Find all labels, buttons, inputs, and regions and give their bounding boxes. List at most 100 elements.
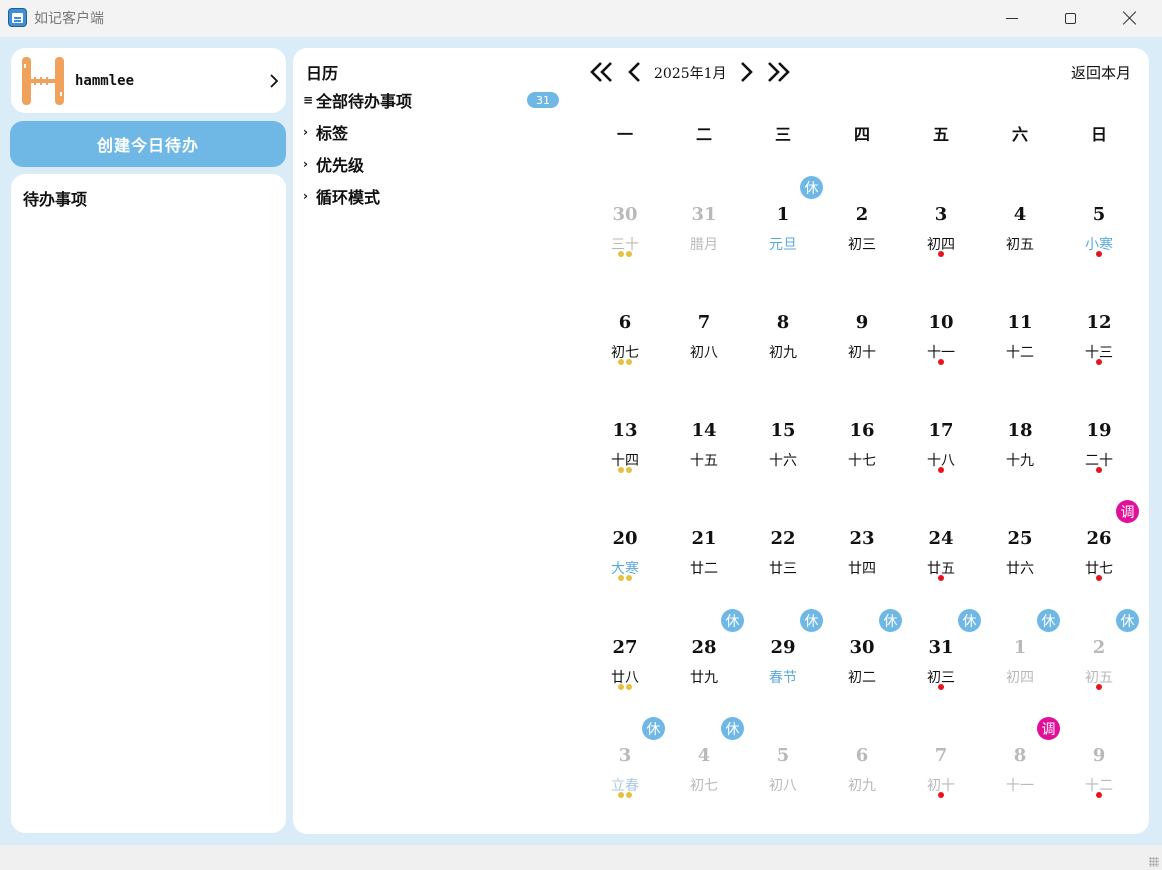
todo-dot-icon bbox=[626, 467, 632, 473]
event-dot-icon bbox=[1096, 251, 1102, 257]
calendar-day-cell[interactable]: 14 十五 bbox=[674, 420, 734, 516]
nav-item-label: 循环模式 bbox=[316, 188, 381, 207]
day-number: 11 bbox=[1007, 312, 1033, 333]
calendar-day-cell[interactable]: 7 初八 bbox=[674, 312, 734, 408]
calendar-nav-title[interactable]: 日历 bbox=[306, 60, 338, 84]
calendar-day-cell[interactable]: 30 三十 bbox=[595, 204, 655, 300]
todo-dot-icon bbox=[618, 792, 624, 798]
prev-year-button[interactable] bbox=[589, 61, 615, 83]
calendar-day-cell[interactable]: 18 十九 bbox=[990, 420, 1050, 516]
calendar-day-cell[interactable]: 29 春节 bbox=[753, 637, 813, 733]
calendar-day-cell[interactable]: 16 十七 bbox=[832, 420, 892, 516]
lunar-date: 十一 bbox=[1006, 778, 1034, 794]
holiday-badge: 休 bbox=[800, 176, 823, 199]
event-dot-icon bbox=[938, 792, 944, 798]
prev-month-button[interactable] bbox=[623, 61, 649, 83]
todo-panel-title: 待办事项 bbox=[23, 190, 88, 209]
calendar-day-cell[interactable]: 30 初二 bbox=[832, 637, 892, 733]
calendar-day-cell[interactable]: 8 初九 bbox=[753, 312, 813, 408]
event-dot-icon bbox=[938, 575, 944, 581]
todo-dot-icon bbox=[626, 359, 632, 365]
title-bar: 如记客户端 bbox=[0, 0, 1162, 36]
day-number: 1 bbox=[776, 204, 790, 225]
next-year-button[interactable] bbox=[765, 61, 791, 83]
calendar-day-cell[interactable]: 11 十二 bbox=[990, 312, 1050, 408]
minimize-button[interactable] bbox=[983, 0, 1041, 36]
create-today-todo-button[interactable]: 创建今日待办 bbox=[10, 121, 286, 167]
calendar-day-cell[interactable]: 6 初九 bbox=[832, 745, 892, 841]
calendar-day-cell[interactable]: 10 十一 bbox=[911, 312, 971, 408]
todo-dot-icon bbox=[618, 251, 624, 257]
calendar-day-cell[interactable]: 13 十四 bbox=[595, 420, 655, 516]
calendar-day-cell[interactable]: 2 初五 bbox=[1069, 637, 1129, 733]
event-dot-icon bbox=[1096, 575, 1102, 581]
todo-dot-icon bbox=[618, 575, 624, 581]
day-number: 2 bbox=[855, 204, 869, 225]
calendar-day-cell[interactable]: 3 初四 bbox=[911, 204, 971, 300]
event-dot-icon bbox=[1096, 792, 1102, 798]
calendar-day-cell[interactable]: 4 初五 bbox=[990, 204, 1050, 300]
calendar-day-cell[interactable]: 5 初八 bbox=[753, 745, 813, 841]
nav-item-repeat-mode[interactable]: › 循环模式 bbox=[303, 184, 380, 208]
todo-dot-icon bbox=[626, 251, 632, 257]
lunar-date: 十九 bbox=[1006, 453, 1034, 469]
calendar-day-cell[interactable]: 20 大寒 bbox=[595, 528, 655, 624]
nav-item-tags[interactable]: › 标签 bbox=[303, 120, 348, 144]
back-to-current-month-button[interactable]: 返回本月 bbox=[1071, 62, 1131, 83]
day-number: 4 bbox=[697, 745, 711, 766]
calendar-day-cell[interactable]: 9 十二 bbox=[1069, 745, 1129, 841]
todo-dot-icon bbox=[626, 575, 632, 581]
user-card[interactable]: hammlee bbox=[11, 48, 286, 113]
next-month-button[interactable] bbox=[734, 61, 760, 83]
calendar-day-cell[interactable]: 3 立春 bbox=[595, 745, 655, 841]
event-dot-icon bbox=[1096, 359, 1102, 365]
event-dots bbox=[911, 359, 971, 365]
lunar-date: 初八 bbox=[690, 345, 718, 361]
day-number: 5 bbox=[776, 745, 790, 766]
calendar-day-cell[interactable]: 9 初十 bbox=[832, 312, 892, 408]
calendar-day-cell[interactable]: 8 十一 bbox=[990, 745, 1050, 841]
event-dots bbox=[595, 575, 655, 581]
holiday-badge: 休 bbox=[1116, 609, 1139, 632]
calendar-day-cell[interactable]: 31 腊月 bbox=[674, 204, 734, 300]
lunar-date: 十七 bbox=[848, 453, 876, 469]
lunar-date: 廿三 bbox=[769, 561, 797, 577]
day-number: 9 bbox=[855, 312, 869, 333]
resize-grip-icon[interactable] bbox=[1149, 857, 1159, 867]
close-button[interactable] bbox=[1101, 0, 1159, 36]
maximize-button[interactable] bbox=[1041, 0, 1099, 36]
calendar-app-icon bbox=[8, 8, 27, 27]
calendar-day-cell[interactable]: 4 初七 bbox=[674, 745, 734, 841]
day-number: 9 bbox=[1092, 745, 1106, 766]
chevron-right-icon: › bbox=[303, 157, 308, 171]
calendar-day-cell[interactable]: 15 十六 bbox=[753, 420, 813, 516]
day-number: 8 bbox=[776, 312, 790, 333]
event-dots bbox=[1069, 792, 1129, 798]
day-number: 26 bbox=[1086, 528, 1112, 549]
calendar-day-cell[interactable]: 5 小寒 bbox=[1069, 204, 1129, 300]
calendar-day-cell[interactable]: 17 十八 bbox=[911, 420, 971, 516]
weekday-header: 日 bbox=[1090, 125, 1107, 144]
event-dot-icon bbox=[938, 467, 944, 473]
todo-panel: 待办事项 bbox=[11, 174, 286, 833]
day-number: 14 bbox=[691, 420, 717, 441]
event-dots bbox=[1069, 684, 1129, 690]
minimize-icon bbox=[1006, 17, 1018, 19]
calendar-day-cell[interactable]: 1 元旦 bbox=[753, 204, 813, 300]
calendar-day-cell[interactable]: 6 初七 bbox=[595, 312, 655, 408]
lunar-date: 廿四 bbox=[848, 561, 876, 577]
calendar-day-cell[interactable]: 2 初三 bbox=[832, 204, 892, 300]
nav-item-priority[interactable]: › 优先级 bbox=[303, 152, 364, 176]
calendar-day-cell[interactable]: 31 初三 bbox=[911, 637, 971, 733]
event-dots bbox=[1069, 467, 1129, 473]
lunar-date: 初十 bbox=[848, 345, 876, 361]
weekday-header: 四 bbox=[853, 125, 870, 144]
event-dots bbox=[595, 359, 655, 365]
lunar-date: 初九 bbox=[769, 345, 797, 361]
nav-item-all-todos[interactable]: ≡ 全部待办事项 bbox=[303, 88, 412, 112]
holiday-badge: 休 bbox=[958, 609, 981, 632]
day-number: 7 bbox=[934, 745, 948, 766]
calendar-day-cell[interactable]: 12 十三 bbox=[1069, 312, 1129, 408]
calendar-day-cell[interactable]: 7 初十 bbox=[911, 745, 971, 841]
event-dot-icon bbox=[938, 251, 944, 257]
